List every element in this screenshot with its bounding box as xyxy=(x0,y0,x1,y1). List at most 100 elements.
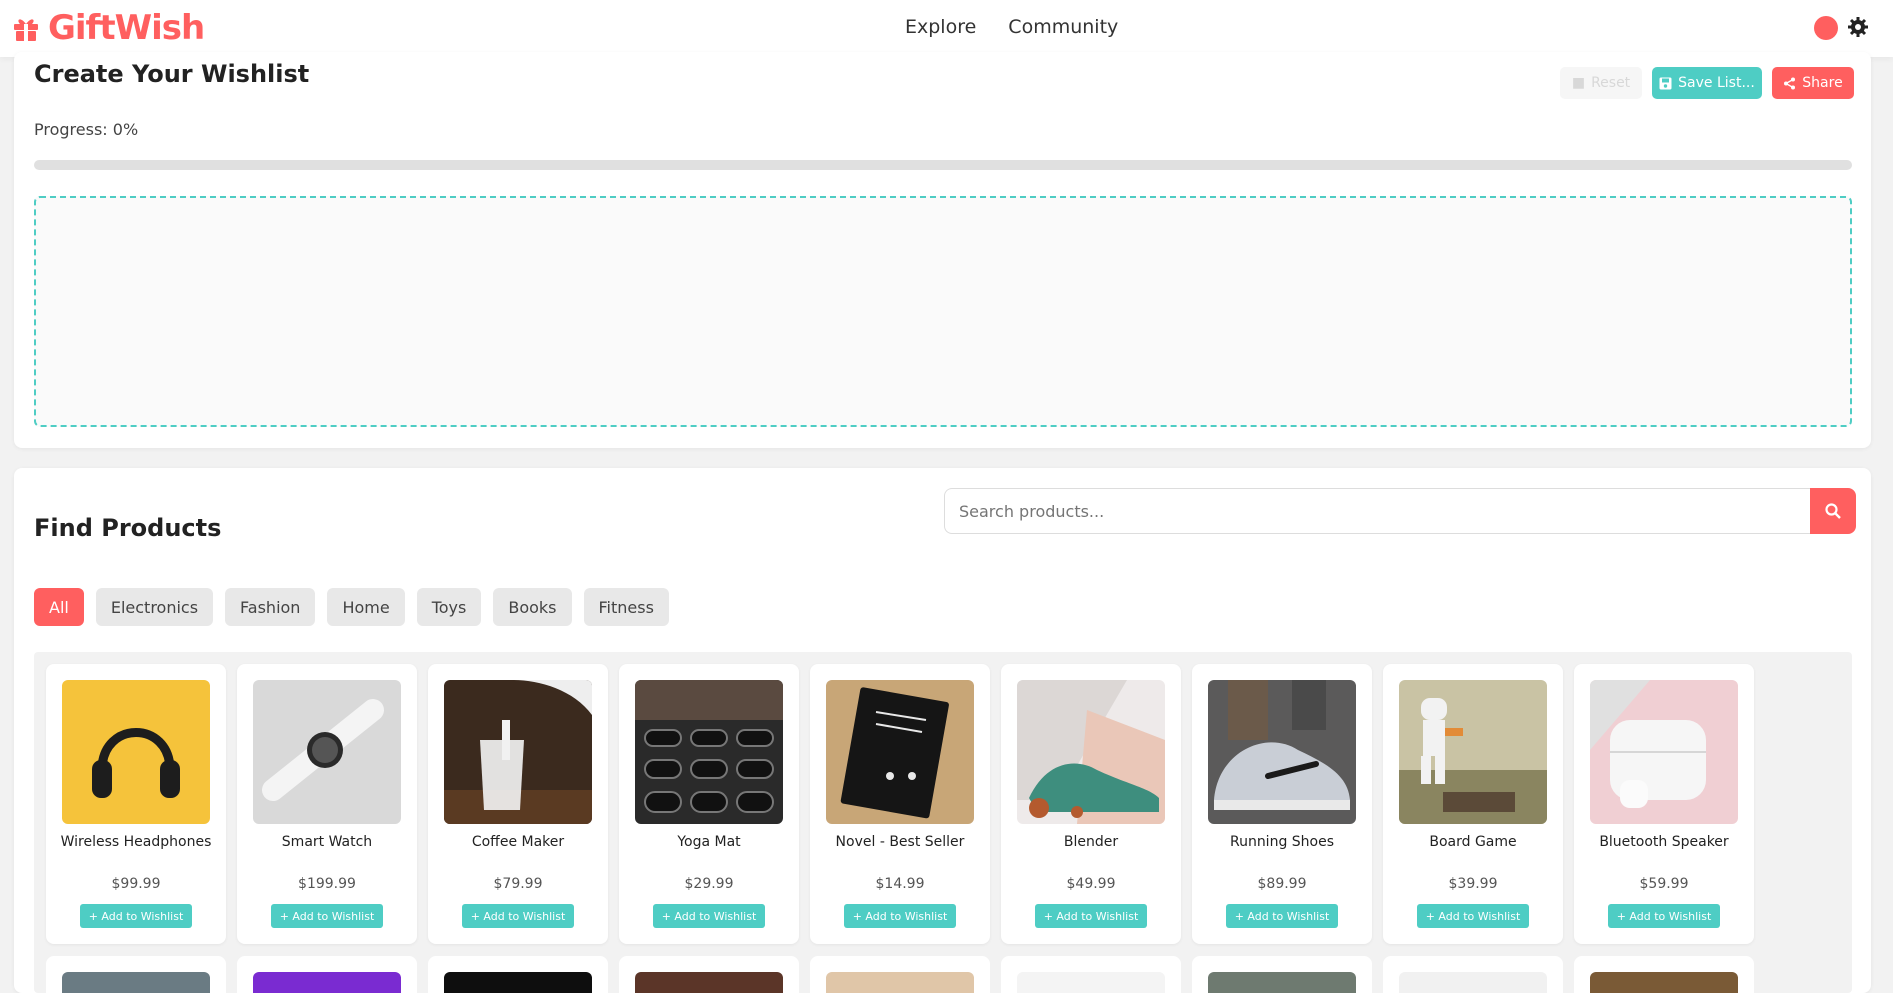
top-navbar: GiftWish Explore Community xyxy=(0,0,1893,57)
product-image[interactable] xyxy=(62,972,210,993)
product-card: Novel - Best Seller $14.99 + Add to Wish… xyxy=(810,664,990,944)
products-title: Find Products xyxy=(34,514,222,542)
product-card: Board Game $39.99 + Add to Wishlist xyxy=(1383,664,1563,944)
product-card xyxy=(1192,956,1372,993)
product-image[interactable] xyxy=(1590,680,1738,824)
theme-toggle[interactable] xyxy=(1814,16,1838,40)
add-to-wishlist-button[interactable]: + Add to Wishlist xyxy=(462,904,574,928)
product-image[interactable] xyxy=(62,680,210,824)
wishlist-title: Create Your Wishlist xyxy=(34,60,310,88)
product-name: Blender xyxy=(1063,834,1119,850)
wishlist-dropzone[interactable] xyxy=(34,196,1852,427)
category-chip-toys[interactable]: Toys xyxy=(416,588,482,626)
product-price: $99.99 xyxy=(111,876,161,892)
product-card xyxy=(428,956,608,993)
search-button[interactable] xyxy=(1810,488,1856,534)
product-card: Bluetooth Speaker $59.99 + Add to Wishli… xyxy=(1574,664,1754,944)
share-button-label: Share xyxy=(1802,75,1843,91)
product-image[interactable] xyxy=(1399,972,1547,993)
product-price: $49.99 xyxy=(1066,876,1116,892)
product-price: $79.99 xyxy=(493,876,543,892)
product-name: Yoga Mat xyxy=(677,834,741,850)
product-card: Running Shoes $89.99 + Add to Wishlist xyxy=(1192,664,1372,944)
product-card xyxy=(237,956,417,993)
wishlist-panel: Create Your Wishlist ■ Reset Save List..… xyxy=(14,52,1871,448)
share-button[interactable]: Share xyxy=(1772,67,1854,99)
product-name: Novel - Best Seller xyxy=(835,834,965,850)
progress-bar xyxy=(34,160,1852,170)
category-chip-all[interactable]: All xyxy=(34,588,84,626)
product-image[interactable] xyxy=(1208,680,1356,824)
product-image[interactable] xyxy=(1017,972,1165,993)
product-image[interactable] xyxy=(444,972,592,993)
product-price: $199.99 xyxy=(298,876,356,892)
brand-name: GiftWish xyxy=(48,8,205,48)
add-to-wishlist-button[interactable]: + Add to Wishlist xyxy=(1035,904,1147,928)
add-to-wishlist-button[interactable]: + Add to Wishlist xyxy=(1417,904,1529,928)
add-to-wishlist-button[interactable]: + Add to Wishlist xyxy=(653,904,765,928)
product-price: $29.99 xyxy=(684,876,734,892)
product-image[interactable] xyxy=(826,680,974,824)
product-image[interactable] xyxy=(253,680,401,824)
product-card: Blender $49.99 + Add to Wishlist xyxy=(1001,664,1181,944)
product-name: Bluetooth Speaker xyxy=(1599,834,1729,850)
product-image[interactable] xyxy=(444,680,592,824)
category-chip-electronics[interactable]: Electronics xyxy=(95,588,214,626)
add-to-wishlist-button[interactable]: + Add to Wishlist xyxy=(1608,904,1720,928)
product-name: Coffee Maker xyxy=(471,834,565,850)
search-input[interactable] xyxy=(944,488,1810,534)
add-to-wishlist-button[interactable]: + Add to Wishlist xyxy=(844,904,956,928)
product-price: $59.99 xyxy=(1639,876,1689,892)
category-chip-books[interactable]: Books xyxy=(493,588,572,626)
product-card: Wireless Headphones $99.99 + Add to Wish… xyxy=(46,664,226,944)
save-icon xyxy=(1659,77,1672,89)
reset-button-label: Reset xyxy=(1591,75,1631,91)
save-list-button-label: Save List... xyxy=(1678,75,1755,91)
reset-button[interactable]: ■ Reset xyxy=(1560,67,1642,99)
product-image[interactable] xyxy=(253,972,401,993)
product-card xyxy=(1574,956,1754,993)
category-chip-fashion[interactable]: Fashion xyxy=(225,588,316,626)
product-grid: Wireless Headphones $99.99 + Add to Wish… xyxy=(34,652,1852,993)
main-nav: Explore Community xyxy=(905,16,1118,38)
product-image[interactable] xyxy=(1399,680,1547,824)
share-icon xyxy=(1784,77,1796,89)
product-card: Yoga Mat $29.99 + Add to Wishlist xyxy=(619,664,799,944)
product-image[interactable] xyxy=(1590,972,1738,993)
nav-community[interactable]: Community xyxy=(1008,16,1118,38)
save-list-button[interactable]: Save List... xyxy=(1652,67,1762,99)
search-icon xyxy=(1825,503,1841,519)
add-to-wishlist-button[interactable]: + Add to Wishlist xyxy=(271,904,383,928)
category-filters: All Electronics Fashion Home Toys Books … xyxy=(34,588,669,626)
product-name: Board Game xyxy=(1429,834,1517,850)
product-card xyxy=(810,956,990,993)
product-price: $89.99 xyxy=(1257,876,1307,892)
product-name: Wireless Headphones xyxy=(60,834,212,850)
product-image[interactable] xyxy=(1017,680,1165,824)
trash-icon: ■ xyxy=(1571,75,1586,91)
product-image[interactable] xyxy=(826,972,974,993)
add-to-wishlist-button[interactable]: + Add to Wishlist xyxy=(1226,904,1338,928)
search-bar xyxy=(944,488,1856,534)
add-to-wishlist-button[interactable]: + Add to Wishlist xyxy=(80,904,192,928)
product-image[interactable] xyxy=(635,972,783,993)
product-image[interactable] xyxy=(635,680,783,824)
product-name: Smart Watch xyxy=(281,834,373,850)
product-card: Coffee Maker $79.99 + Add to Wishlist xyxy=(428,664,608,944)
product-name: Running Shoes xyxy=(1229,834,1335,850)
product-card xyxy=(1383,956,1563,993)
gift-icon xyxy=(14,19,38,41)
product-card: Smart Watch $199.99 + Add to Wishlist xyxy=(237,664,417,944)
product-card xyxy=(1001,956,1181,993)
progress-label: Progress: 0% xyxy=(34,120,139,139)
brand-logo[interactable]: GiftWish xyxy=(12,8,205,48)
category-chip-home[interactable]: Home xyxy=(327,588,405,626)
products-panel: Find Products All Electronics Fashion Ho… xyxy=(14,468,1871,993)
category-chip-fitness[interactable]: Fitness xyxy=(583,588,669,626)
product-card xyxy=(46,956,226,993)
product-image[interactable] xyxy=(1208,972,1356,993)
gear-icon[interactable] xyxy=(1847,16,1869,38)
nav-explore[interactable]: Explore xyxy=(905,16,976,38)
product-card xyxy=(619,956,799,993)
product-price: $14.99 xyxy=(875,876,925,892)
